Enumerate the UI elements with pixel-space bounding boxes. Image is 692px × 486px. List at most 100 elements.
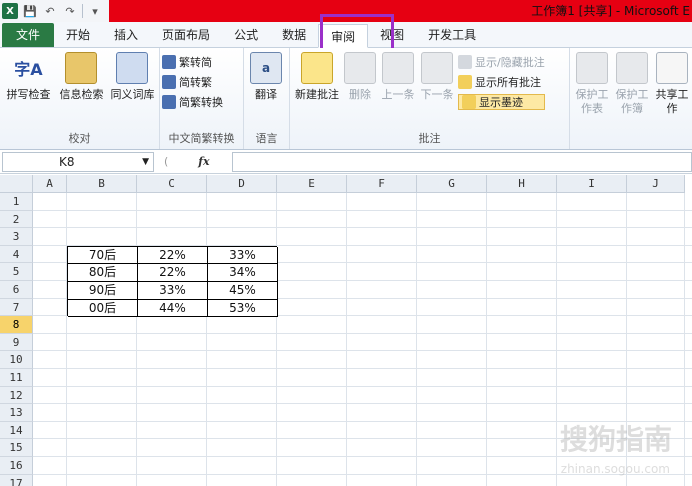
show-ink-button[interactable]: 显示墨迹 bbox=[458, 94, 545, 110]
protect-workbook-icon bbox=[616, 52, 648, 84]
tab-home[interactable]: 开始 bbox=[54, 23, 102, 47]
row-header[interactable]: 14 bbox=[0, 421, 33, 440]
table-cell[interactable]: 70后 bbox=[68, 246, 138, 265]
show-ink-icon bbox=[462, 95, 476, 109]
column-header[interactable]: J bbox=[627, 175, 685, 193]
row-header[interactable]: 7 bbox=[0, 298, 33, 317]
grid-line bbox=[33, 403, 692, 405]
delete-comment-icon bbox=[344, 52, 376, 84]
formula-input[interactable] bbox=[232, 151, 692, 172]
group-chinese-conversion: 繁转简 简转繁 简繁转换 中文简繁转换 bbox=[160, 48, 244, 149]
row-header[interactable]: 10 bbox=[0, 351, 33, 369]
row-header[interactable]: 9 bbox=[0, 333, 33, 352]
tab-file[interactable]: 文件 bbox=[2, 23, 55, 47]
column-header[interactable]: F bbox=[347, 175, 417, 193]
grid-line bbox=[66, 193, 67, 486]
save-icon[interactable]: 💾 bbox=[22, 3, 38, 19]
table-cell[interactable]: 22% bbox=[138, 264, 208, 282]
group-proofing: 字A 拼写检查 信息检索 同义词库 校对 bbox=[0, 48, 160, 149]
show-all-comments-icon bbox=[458, 75, 472, 89]
tab-page-layout[interactable]: 页面布局 bbox=[150, 23, 222, 47]
excel-logo-icon[interactable]: X bbox=[2, 3, 18, 19]
table-cell[interactable]: 00后 bbox=[68, 299, 138, 318]
column-header[interactable]: G bbox=[417, 175, 487, 193]
column-header[interactable]: E bbox=[277, 175, 347, 193]
group-label-proofing: 校对 bbox=[68, 132, 91, 145]
group-language: a 翻译 语言 bbox=[244, 48, 290, 149]
grid-line bbox=[486, 193, 487, 486]
column-header[interactable]: D bbox=[207, 175, 277, 193]
translate-button[interactable]: a 翻译 bbox=[246, 52, 286, 102]
row-header[interactable]: 11 bbox=[0, 369, 33, 387]
share-workbook-icon bbox=[656, 52, 688, 84]
table-cell[interactable]: 53% bbox=[208, 299, 278, 318]
research-button[interactable]: 信息检索 bbox=[55, 52, 108, 102]
window-title: 工作簿1 [共享] - Microsoft E bbox=[531, 4, 690, 18]
undo-icon[interactable]: ↶ bbox=[42, 3, 58, 19]
delete-comment-button[interactable]: 删除 bbox=[342, 52, 378, 110]
show-all-comments-button[interactable]: 显示所有批注 bbox=[458, 74, 545, 90]
new-comment-button[interactable]: 新建批注 bbox=[292, 52, 342, 110]
table-cell[interactable]: 44% bbox=[138, 299, 208, 318]
protect-sheet-icon bbox=[576, 52, 608, 84]
column-header[interactable]: B bbox=[67, 175, 137, 193]
spell-check-button[interactable]: 字A 拼写检查 bbox=[2, 52, 55, 102]
table-cell[interactable]: 22% bbox=[138, 246, 208, 265]
row-header[interactable]: 12 bbox=[0, 386, 33, 405]
grid-line bbox=[346, 193, 347, 486]
group-label-chinese: 中文简繁转换 bbox=[168, 132, 235, 145]
title-bar: X 💾 ↶ ↷ ▾ 工作簿1 [共享] - Microsoft E bbox=[0, 0, 692, 22]
insert-function-icon[interactable]: fx bbox=[198, 155, 209, 168]
next-comment-icon bbox=[421, 52, 453, 84]
protect-sheet-button[interactable]: 保护工作表 bbox=[572, 52, 612, 116]
data-table: 70后 22% 33% 80后 22% 34% 90后 33% 45% 00后 44% 53% bbox=[67, 245, 278, 318]
customize-icon[interactable]: ▾ bbox=[87, 3, 103, 19]
spell-check-icon: 字A bbox=[14, 60, 43, 79]
row-header[interactable]: 5 bbox=[0, 263, 33, 281]
protect-workbook-button[interactable]: 保护工作簿 bbox=[612, 52, 652, 116]
next-comment-button[interactable]: 下一条 bbox=[418, 52, 456, 110]
redo-icon[interactable]: ↷ bbox=[62, 3, 78, 19]
table-cell[interactable]: 34% bbox=[208, 264, 278, 282]
to-simplified-button[interactable]: 繁转简 bbox=[162, 54, 241, 70]
tab-developer[interactable]: 开发工具 bbox=[416, 23, 488, 47]
row-header[interactable]: 17 bbox=[0, 474, 33, 486]
row-header[interactable]: 16 bbox=[0, 457, 33, 475]
quick-access-toolbar: X 💾 ↶ ↷ ▾ bbox=[0, 0, 109, 22]
convert-icon bbox=[162, 95, 176, 109]
row-header[interactable]: 13 bbox=[0, 404, 33, 422]
table-cell[interactable]: 33% bbox=[208, 246, 278, 265]
convert-button[interactable]: 简繁转换 bbox=[162, 94, 241, 110]
tab-data[interactable]: 数据 bbox=[270, 23, 318, 47]
worksheet-grid[interactable]: ABCDEFGHIJ 1 2 3 4 5 6 7 8 9 10 11 12 13 14 15 16 17 70后… bbox=[0, 175, 692, 486]
table-cell[interactable]: 33% bbox=[138, 281, 208, 300]
row-header[interactable]: 1 bbox=[0, 193, 33, 211]
thesaurus-button[interactable]: 同义词库 bbox=[108, 52, 157, 102]
name-box[interactable]: K8 ▼ bbox=[2, 151, 154, 172]
to-traditional-button[interactable]: 简转繁 bbox=[162, 74, 241, 90]
row-header[interactable]: 6 bbox=[0, 281, 33, 299]
row-header[interactable]: 4 bbox=[0, 245, 33, 264]
select-all-corner[interactable] bbox=[0, 175, 33, 193]
column-header[interactable]: I bbox=[557, 175, 627, 193]
tab-view[interactable]: 视图 bbox=[368, 23, 416, 47]
share-workbook-button[interactable]: 共享工作 bbox=[652, 52, 692, 116]
column-header[interactable]: A bbox=[33, 175, 67, 193]
row-header[interactable]: 3 bbox=[0, 228, 33, 246]
table-cell[interactable]: 80后 bbox=[68, 264, 138, 282]
table-cell[interactable]: 45% bbox=[208, 281, 278, 300]
row-header[interactable]: 2 bbox=[0, 210, 33, 229]
chevron-down-icon[interactable]: ▼ bbox=[142, 157, 149, 167]
group-comments: 新建批注 删除 上一条 下一条 显示/隐藏批注 显示所有批注 显示墨迹 批注 bbox=[290, 48, 570, 149]
column-header[interactable]: C bbox=[137, 175, 207, 193]
row-header[interactable]: 15 bbox=[0, 439, 33, 457]
previous-comment-button[interactable]: 上一条 bbox=[378, 52, 418, 110]
tab-insert[interactable]: 插入 bbox=[102, 23, 150, 47]
tab-formulas[interactable]: 公式 bbox=[222, 23, 270, 47]
show-hide-comment-button[interactable]: 显示/隐藏批注 bbox=[458, 54, 545, 70]
column-header[interactable]: H bbox=[487, 175, 557, 193]
tab-review[interactable]: 审阅 bbox=[318, 24, 369, 48]
table-cell[interactable]: 90后 bbox=[68, 281, 138, 300]
row-header[interactable]: 8 bbox=[0, 316, 33, 334]
grid-line bbox=[416, 193, 417, 486]
